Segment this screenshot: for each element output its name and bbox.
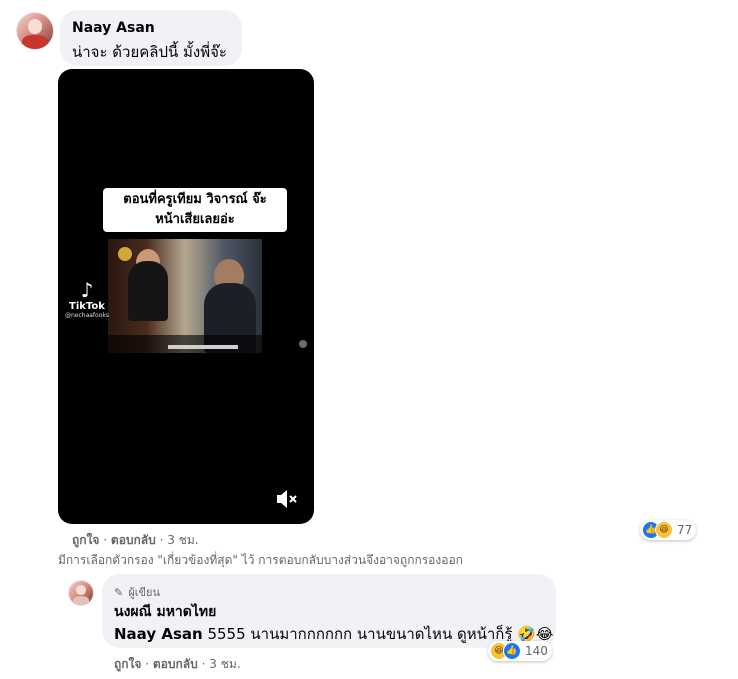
reply-bubble: ✎ ผู้เขียน นงผณี มหาดไทย Naay Asan 5555 … [102,574,556,648]
separator: · [159,533,164,547]
lower-third-text [168,345,238,349]
reply-timestamp[interactable]: 3 ชม. [209,657,240,671]
haha-reaction-icon: 😆 [655,521,673,539]
reply-text: 5555 นานมากกกกกก นานขนาดไหน ดูหน้าก็รู้ [207,625,513,643]
channel-logo [118,247,132,261]
avatar-face [27,19,43,34]
reply-author[interactable]: นงผณี มหาดไทย [114,601,216,623]
reply-text-line: Naay Asan 5555 นานมากกกกกก นานขนาดไหน ดู… [114,622,553,646]
reaction-count: 77 [677,523,693,537]
reply-mention[interactable]: Naay Asan [114,625,203,643]
comment-timestamp[interactable]: 3 ชม. [167,533,198,547]
reaction-count: 140 [525,644,548,658]
lower-third-bar [108,335,262,353]
comment-bubble: Naay Asan น่าจะ ด้วยคลิปนี้ มั้งพี่จ๊ะ [60,10,242,66]
video-caption-line2: หน้าเสียเลยอ่ะ [155,212,235,227]
comment-actions: ถูกใจ · ตอบกลับ · 3 ชม. [72,531,199,550]
video-caption-line1: ตอนที่ครูเทียม วิจารณ์ จ๊ะ [123,192,267,207]
filter-notice: มีการเลือกตัวกรอง "เกี่ยวข้องที่สุด" ไว้… [58,553,463,567]
pen-icon: ✎ [114,586,124,599]
tiktok-handle: @nechaafooks [64,312,109,319]
avatar-body [22,35,48,49]
separator: · [201,657,206,671]
separator: · [103,533,108,547]
video-caption: ตอนที่ครูเทียม วิจารณ์ จ๊ะ หน้าเสียเลยอ่… [103,188,287,232]
video-progress-dot[interactable] [299,340,307,348]
video-player[interactable]: ตอนที่ครูเทียม วิจารณ์ จ๊ะ หน้าเสียเลยอ่… [58,69,314,524]
comment-reply-button[interactable]: ตอบกลับ [111,533,156,547]
separator: · [145,657,150,671]
commenter-avatar[interactable] [16,12,54,50]
person-left [128,261,168,321]
video-frame [108,239,262,353]
reply-like-button[interactable]: ถูกใจ [114,657,141,671]
tiktok-label: TikTok [69,301,105,312]
avatar-face [76,585,86,595]
avatar-body [72,595,90,605]
like-reaction-icon: 👍 [503,642,521,660]
comment-like-button[interactable]: ถูกใจ [72,533,99,547]
comment-text: น่าจะ ด้วยคลิปนี้ มั้งพี่จ๊ะ [72,43,227,61]
author-badge-label: ผู้เขียน [128,586,161,599]
author-badge: ✎ ผู้เขียน [114,581,160,601]
reply-author-avatar[interactable] [68,580,94,606]
tiktok-watermark: ♪ TikTok @nechaafooks [61,279,113,319]
reply-reply-button[interactable]: ตอบกลับ [153,657,198,671]
tiktok-icon: ♪ [80,278,94,302]
reply-reactions[interactable]: 😆 👍 140 [488,641,552,661]
reply-actions: ถูกใจ · ตอบกลับ · 3 ชม. [114,655,241,674]
mute-icon[interactable] [275,489,299,509]
comment-author[interactable]: Naay Asan [72,20,155,36]
comment-reactions[interactable]: 👍 😆 77 [640,520,697,540]
